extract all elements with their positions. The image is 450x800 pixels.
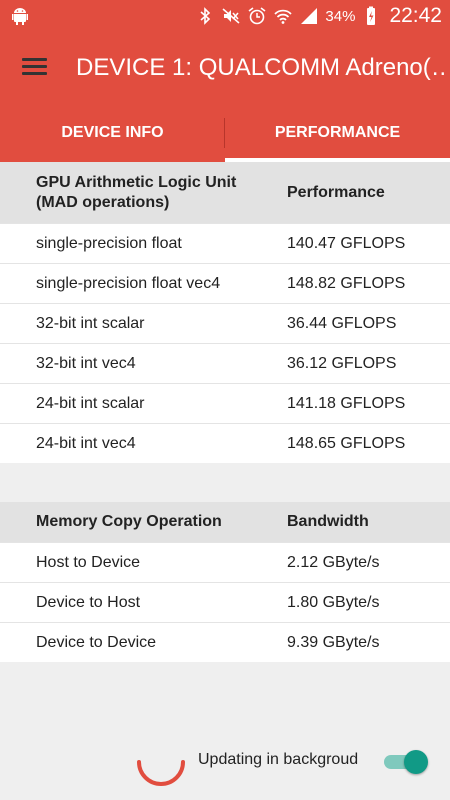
update-background-toggle[interactable] <box>384 750 428 774</box>
table-row: 32-bit int vec4 36.12 GFLOPS <box>0 343 450 383</box>
wifi-icon <box>273 6 293 26</box>
column-header-operation: GPU Arithmetic Logic Unit (MAD operation… <box>36 173 237 211</box>
row-value: 148.65 GFLOPS <box>287 434 406 452</box>
battery-percent: 34% <box>325 7 356 25</box>
tab-performance[interactable]: PERFORMANCE <box>225 104 450 162</box>
row-label: Device to Device <box>36 633 157 651</box>
column-header-performance: Performance <box>287 183 385 201</box>
gpu-performance-table: GPU Arithmetic Logic Unit (MAD operation… <box>0 162 450 463</box>
table-row: Host to Device 2.12 GByte/s <box>0 542 450 582</box>
column-header-bandwidth: Bandwidth <box>287 513 369 530</box>
row-value: 36.12 GFLOPS <box>287 354 397 372</box>
row-label: 24-bit int scalar <box>36 394 145 412</box>
bluetooth-icon <box>195 6 215 26</box>
row-label: 24-bit int vec4 <box>36 434 136 452</box>
row-value: 140.47 GFLOPS <box>287 234 406 252</box>
tab-bar: DEVICE INFO PERFORMANCE <box>0 104 450 162</box>
update-background-label: Updating in backgroud <box>198 751 359 768</box>
row-label: 32-bit int vec4 <box>36 354 136 372</box>
status-bar: 34% 22:42 <box>0 0 450 32</box>
tab-device-info[interactable]: DEVICE INFO <box>0 104 225 162</box>
row-label: 32-bit int scalar <box>36 314 145 332</box>
toggle-thumb <box>404 750 428 774</box>
table-header: Memory Copy Operation Bandwidth <box>0 502 450 542</box>
row-value: 9.39 GByte/s <box>287 633 380 651</box>
hamburger-menu-icon[interactable] <box>22 56 48 78</box>
loading-spinner-icon <box>135 734 187 786</box>
table-row: single-precision float 140.47 GFLOPS <box>0 223 450 263</box>
row-label: Host to Device <box>36 553 141 571</box>
tab-divider <box>224 118 225 148</box>
table-row: 24-bit int vec4 148.65 GFLOPS <box>0 423 450 463</box>
table-row: Device to Device 9.39 GByte/s <box>0 622 450 662</box>
signal-icon <box>299 6 319 26</box>
row-value: 36.44 GFLOPS <box>287 314 397 332</box>
clock: 22:42 <box>389 4 442 27</box>
row-value: 148.82 GFLOPS <box>287 274 406 292</box>
table-row: single-precision float vec4 148.82 GFLOP… <box>0 263 450 303</box>
table-row: Device to Host 1.80 GByte/s <box>0 582 450 622</box>
battery-charging-icon <box>361 6 381 26</box>
android-icon <box>10 6 30 26</box>
page-title: DEVICE 1: QUALCOMM Adreno(… <box>76 54 446 81</box>
memory-bandwidth-table: Memory Copy Operation Bandwidth Host to … <box>0 502 450 662</box>
alarm-icon <box>247 6 267 26</box>
column-header-operation: Memory Copy Operation <box>36 513 222 530</box>
row-label: single-precision float <box>36 234 182 252</box>
table-row: 32-bit int scalar 36.44 GFLOPS <box>0 303 450 343</box>
row-value: 141.18 GFLOPS <box>287 394 406 412</box>
app-bar: DEVICE 1: QUALCOMM Adreno(… <box>0 32 450 104</box>
row-label: Device to Host <box>36 593 141 611</box>
row-label: single-precision float vec4 <box>36 274 221 292</box>
mute-icon <box>221 6 241 26</box>
row-value: 2.12 GByte/s <box>287 553 380 571</box>
table-row: 24-bit int scalar 141.18 GFLOPS <box>0 383 450 423</box>
table-header: GPU Arithmetic Logic Unit (MAD operation… <box>0 162 450 223</box>
row-value: 1.80 GByte/s <box>287 593 380 611</box>
